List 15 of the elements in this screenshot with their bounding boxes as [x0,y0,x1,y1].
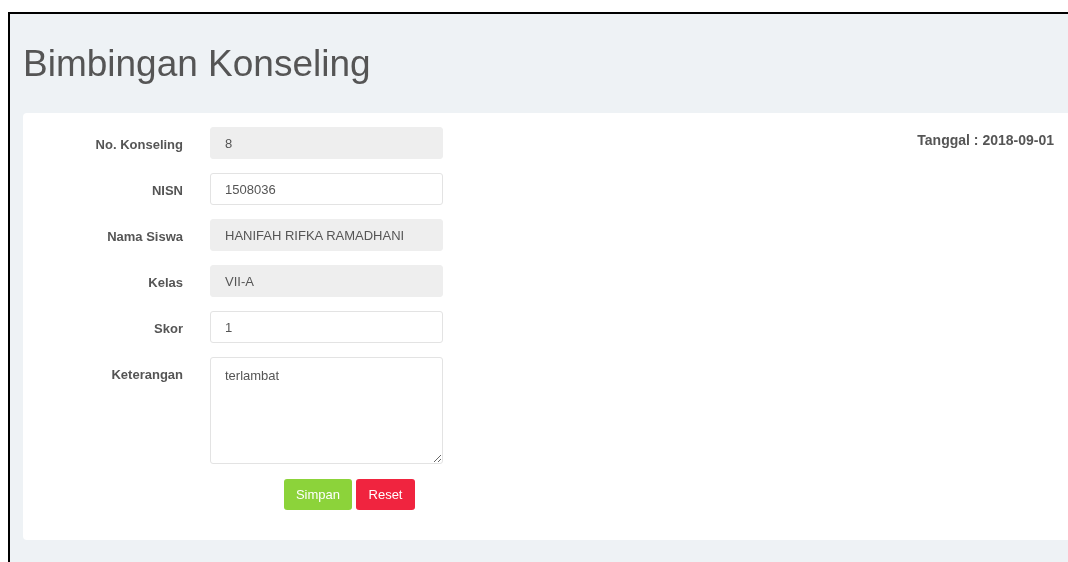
field-label: Kelas [147,274,183,292]
field-label: Keterangan [110,366,183,384]
field-label: Skor [153,320,183,338]
input-field[interactable]: 8 [210,127,443,159]
input-field[interactable]: VII-A [210,265,443,297]
page-title: Bimbingan Konseling [23,42,371,86]
reset-button[interactable]: Reset [356,479,415,510]
date-label: Tanggal : 2018-09-01 [917,131,1054,150]
textarea-field[interactable]: terlambat [210,357,443,464]
field-label: No. Konseling [94,136,183,154]
input-field[interactable]: HANIFAH RIFKA RAMADHANI [210,219,443,251]
field-label: NISN [150,182,183,200]
field-label: Nama Siswa [106,228,183,246]
input-field[interactable]: 1508036 [210,173,443,205]
input-field[interactable]: 1 [210,311,443,343]
